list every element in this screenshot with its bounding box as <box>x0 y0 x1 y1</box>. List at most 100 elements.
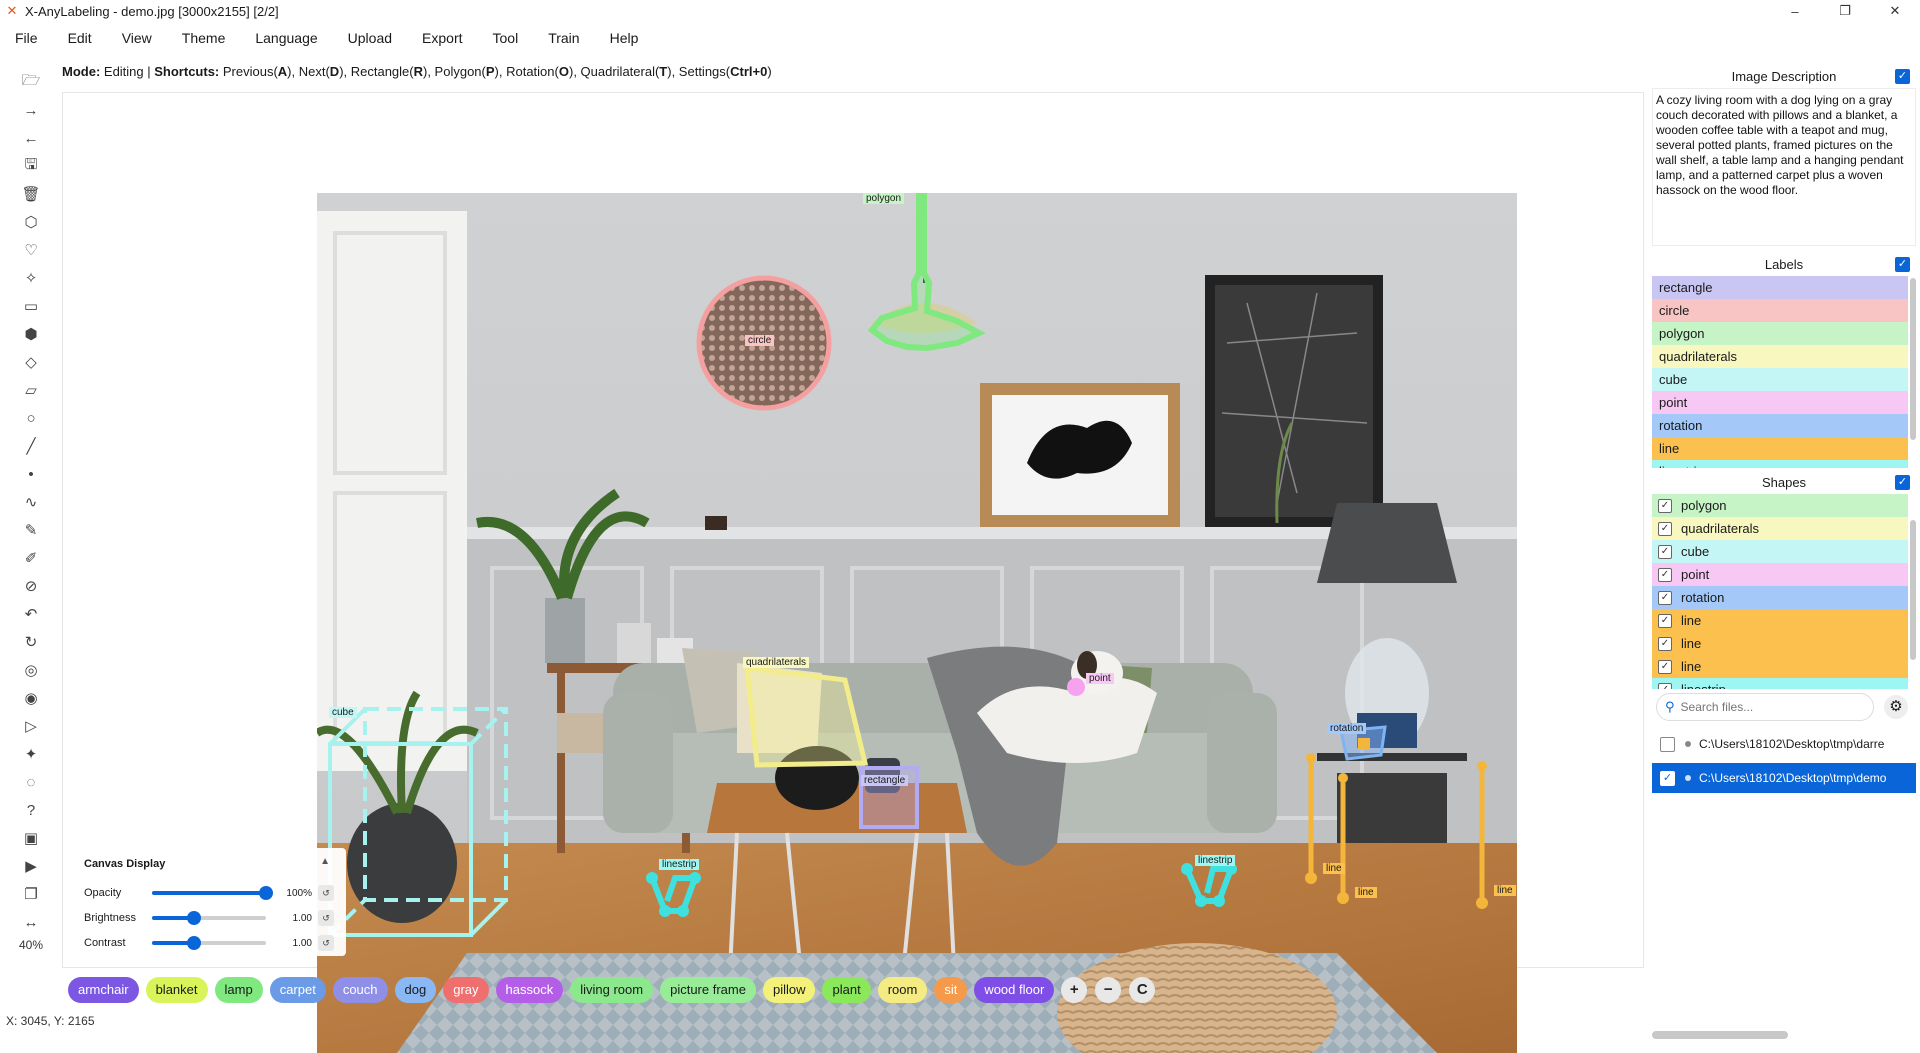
label-chip[interactable]: room <box>877 977 928 1003</box>
shape-visibility-checkbox[interactable]: ✓ <box>1658 590 1672 605</box>
label-chip[interactable]: armchair <box>68 977 139 1003</box>
shape-list-item[interactable]: ✓ polygon <box>1652 494 1908 517</box>
label-chip[interactable]: living room <box>570 977 654 1003</box>
ai-icon[interactable]: ◎ <box>17 656 45 684</box>
shape-visibility-checkbox[interactable]: ✓ <box>1658 521 1672 536</box>
menu-edit[interactable]: Edit <box>53 24 107 52</box>
label-list-item[interactable]: circle <box>1652 299 1908 322</box>
label-chip[interactable]: hassock <box>495 977 564 1003</box>
file-search-input[interactable] <box>1680 700 1851 714</box>
quadrilateral-annotation[interactable] <box>744 665 869 768</box>
brightness-slider[interactable] <box>152 911 266 925</box>
shapes-scrollbar[interactable] <box>1910 520 1916 660</box>
shape-visibility-checkbox[interactable]: ✓ <box>1658 498 1672 513</box>
label-chip[interactable]: dog <box>394 977 437 1003</box>
point-icon[interactable]: • <box>17 460 45 488</box>
shape-visibility-checkbox[interactable]: ✓ <box>1658 567 1672 582</box>
point-annotation[interactable] <box>1067 678 1085 696</box>
chat-icon[interactable]: ◌ <box>17 768 45 796</box>
image-description-toggle[interactable]: ✓ <box>1895 69 1910 84</box>
shape-list-item[interactable]: ✓ point <box>1652 563 1908 586</box>
file-list-hscrollbar[interactable] <box>1652 1031 1788 1039</box>
sparkle-icon[interactable]: ✦ <box>17 740 45 768</box>
label-chip[interactable]: lamp <box>214 977 263 1003</box>
label-list-item[interactable]: cube <box>1652 368 1908 391</box>
circle-icon[interactable]: ○ <box>17 404 45 432</box>
edit-icon[interactable]: ✐ <box>17 544 45 572</box>
reset-contrast-icon[interactable]: ↺ <box>318 935 334 951</box>
label-chip[interactable]: wood floor <box>974 977 1055 1003</box>
shape-visibility-checkbox[interactable]: ✓ <box>1658 659 1672 674</box>
brightness-slider-handle[interactable] <box>187 911 202 925</box>
play-icon[interactable]: ▷ <box>17 712 45 740</box>
opacity-slider[interactable] <box>152 886 273 900</box>
label-chip[interactable]: blanket <box>145 977 208 1003</box>
line-annotation[interactable] <box>1308 758 1485 903</box>
label-list-item[interactable]: line <box>1652 437 1908 460</box>
file-checkbox[interactable] <box>1660 736 1675 752</box>
contrast-slider-handle[interactable] <box>187 936 202 950</box>
menu-view[interactable]: View <box>107 24 167 52</box>
gear-icon[interactable]: ⚙ <box>1884 695 1908 719</box>
menu-theme[interactable]: Theme <box>167 24 241 52</box>
eye-icon[interactable]: ◉ <box>17 684 45 712</box>
menu-train[interactable]: Train <box>533 24 594 52</box>
shape-visibility-checkbox[interactable]: ✓ <box>1658 544 1672 559</box>
quadrilateral-icon[interactable]: ▱ <box>17 376 45 404</box>
label-list-item[interactable]: rectangle <box>1652 276 1908 299</box>
shape-list-item[interactable]: ✓ rotation <box>1652 586 1908 609</box>
contrast-slider[interactable] <box>152 936 266 950</box>
annotation-overlay[interactable] <box>317 193 1517 1053</box>
label-chip[interactable]: gray <box>443 977 489 1003</box>
shape-visibility-checkbox[interactable]: ✓ <box>1658 636 1672 651</box>
image-description-text[interactable]: A cozy living room with a dog lying on a… <box>1652 88 1916 246</box>
reset-opacity-icon[interactable]: ↺ <box>318 885 334 901</box>
rectangle-icon[interactable]: ▭ <box>17 292 45 320</box>
file-checkbox[interactable]: ✓ <box>1660 770 1675 786</box>
fit-width-icon[interactable]: ↔ <box>17 908 45 936</box>
labels-scrollbar[interactable] <box>1910 278 1916 440</box>
label-list-item[interactable]: point <box>1652 391 1908 414</box>
shape-list-item[interactable]: ✓linestrip <box>1652 678 1908 689</box>
prev-image-icon[interactable]: ← <box>17 124 45 152</box>
file-list-item[interactable]: C:\Users\18102\Desktop\tmp\darre <box>1652 729 1916 759</box>
label-chip[interactable]: plant <box>822 977 871 1003</box>
linestrip-icon[interactable]: ∿ <box>17 488 45 516</box>
file-search-box[interactable]: ⚲ <box>1656 693 1874 721</box>
clear-chips-button[interactable]: C <box>1129 977 1156 1003</box>
maximize-button[interactable]: ❐ <box>1820 0 1870 22</box>
shape-list-item[interactable]: ✓ line <box>1652 632 1908 655</box>
canvas-area[interactable]: polygon circle quadrilaterals point rect… <box>62 92 1644 1053</box>
heart-icon[interactable]: ♡ <box>17 236 45 264</box>
cube-annotation[interactable] <box>328 707 508 937</box>
cancel-icon[interactable]: ⊘ <box>17 572 45 600</box>
redo-icon[interactable]: ↻ <box>17 628 45 656</box>
diamond-icon[interactable]: ◇ <box>17 348 45 376</box>
label-chip[interactable]: sit <box>934 977 968 1003</box>
label-chip[interactable]: pillow <box>762 977 816 1003</box>
image-icon[interactable]: ▣ <box>17 824 45 852</box>
magic-wand-icon[interactable]: ✧ <box>17 264 45 292</box>
shapes-toggle[interactable]: ✓ <box>1895 475 1910 490</box>
menu-language[interactable]: Language <box>240 24 332 52</box>
label-list-item[interactable]: quadrilaterals <box>1652 345 1908 368</box>
labels-toggle[interactable]: ✓ <box>1895 257 1910 272</box>
add-chip-button[interactable]: + <box>1061 977 1088 1003</box>
reset-brightness-icon[interactable]: ↺ <box>318 910 334 926</box>
undo-icon[interactable]: ↶ <box>17 600 45 628</box>
cube-icon[interactable]: ⬢ <box>17 320 45 348</box>
file-list-item[interactable]: ✓ C:\Users\18102\Desktop\tmp\demo <box>1652 763 1916 793</box>
menu-tool[interactable]: Tool <box>478 24 534 52</box>
image-canvas[interactable]: polygon circle quadrilaterals point rect… <box>317 193 1517 1053</box>
close-button[interactable]: ✕ <box>1870 0 1920 22</box>
menu-help[interactable]: Help <box>595 24 654 52</box>
open-folder-icon[interactable]: 🗁 <box>17 68 45 96</box>
save-icon[interactable]: 🖫 <box>17 152 45 180</box>
polygon-icon[interactable]: ⬡ <box>17 208 45 236</box>
next-image-icon[interactable]: → <box>17 96 45 124</box>
label-chip[interactable]: couch <box>332 977 388 1003</box>
label-list-item[interactable]: polygon <box>1652 322 1908 345</box>
copy-icon[interactable]: ❐ <box>17 880 45 908</box>
label-list-item[interactable]: rotation <box>1652 414 1908 437</box>
shape-list-item[interactable]: ✓ line <box>1652 655 1908 678</box>
